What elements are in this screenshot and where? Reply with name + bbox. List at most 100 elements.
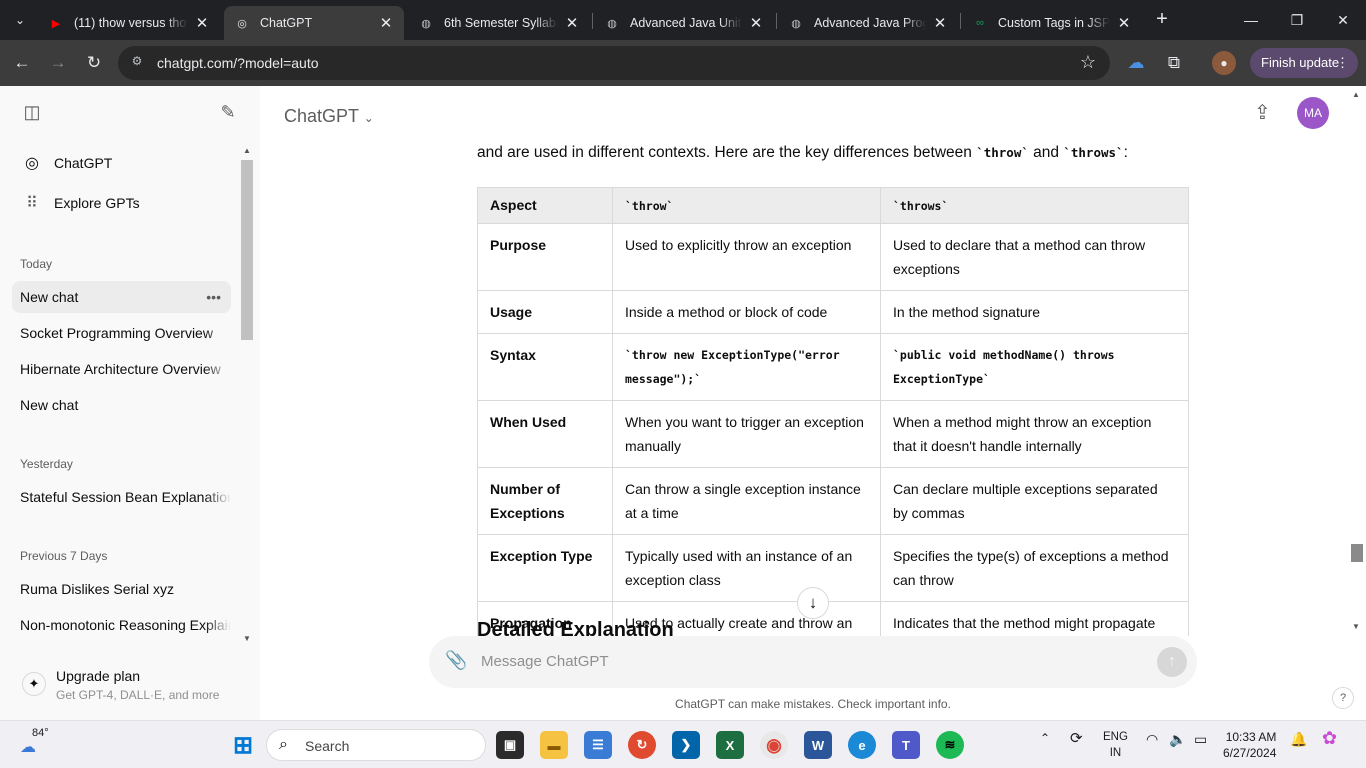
tab-title: 6th Semester Syllabus [444, 16, 558, 30]
column-header-code: `throws` [893, 199, 949, 213]
task-view-icon[interactable]: ▣ [496, 731, 524, 759]
browser-tab-java-programming[interactable]: ◍ Advanced Java Programming ✕ [778, 6, 958, 40]
response-intro-text: and are used in different contexts. Here… [477, 144, 1128, 162]
notification-bell-icon[interactable]: 🔔 [1290, 731, 1307, 748]
spotify-icon[interactable]: ≋ [936, 731, 964, 759]
word-icon[interactable]: W [804, 731, 832, 759]
close-tab-icon[interactable]: ✕ [1116, 14, 1132, 32]
taskbar-search[interactable]: ⌕ Search [266, 729, 486, 761]
disclaimer-text: ChatGPT can make mistakes. Check importa… [675, 697, 951, 711]
page-scroll-down-icon[interactable]: ▼ [1352, 622, 1360, 631]
more-options-icon[interactable]: ••• [206, 281, 221, 313]
chat-item[interactable]: New chat ••• [12, 281, 231, 313]
close-window-icon[interactable]: ✕ [1320, 0, 1366, 40]
sidebar-item-explore-gpts[interactable]: Explore GPTs [46, 187, 226, 219]
column-header-code: `throw` [625, 199, 674, 213]
forward-icon[interactable]: → [44, 49, 72, 77]
copilot-taskbar-icon[interactable]: ✿ [1322, 728, 1337, 749]
chrome-icon[interactable]: ◉ [760, 731, 788, 759]
close-tab-icon[interactable]: ✕ [378, 14, 394, 32]
copilot-icon[interactable]: ☁ [1122, 49, 1150, 77]
share-icon[interactable]: ⇪ [1254, 100, 1271, 125]
upgrade-plan-button[interactable]: ✦ Upgrade plan Get GPT-4, DALL·E, and mo… [12, 662, 242, 708]
tab-title: Advanced Java Programming [814, 16, 926, 30]
edge-icon[interactable]: e [848, 731, 876, 759]
more-vert-icon[interactable]: ⋮ [1336, 48, 1349, 78]
scroll-down-icon[interactable]: ▼ [243, 634, 251, 643]
table-header-row: Aspect `throw` `throws` [477, 187, 1189, 224]
site-info-icon[interactable]: ⚙ [128, 54, 146, 72]
chevron-down-icon: ⌄ [363, 111, 374, 125]
model-name: ChatGPT [284, 106, 359, 126]
browser-tab-youtube[interactable]: ▶ (11) thow versus thows in java ✕ [38, 6, 220, 40]
volume-icon[interactable]: 🔈 [1169, 731, 1186, 748]
table-cell: Used to explicitly throw an exception [612, 223, 881, 291]
table-cell: In the method signature [880, 290, 1189, 334]
sparkle-icon: ✦ [22, 672, 46, 696]
browser-tab-syllabus[interactable]: ◍ 6th Semester Syllabus ✕ [408, 6, 590, 40]
wifi-icon[interactable]: ◠ [1146, 731, 1158, 748]
toggle-sidebar-icon[interactable]: ◫ [20, 100, 44, 124]
table-cell: `public void methodName() throws Excepti… [880, 333, 1189, 401]
weather-temperature[interactable]: 84° [32, 727, 49, 739]
table-cell: Purpose [477, 223, 613, 291]
avatar[interactable]: MA [1297, 97, 1329, 129]
close-tab-icon[interactable]: ✕ [564, 14, 580, 32]
battery-icon[interactable]: ▭ [1194, 731, 1207, 748]
chat-item[interactable]: Hibernate Architecture Overview [12, 353, 231, 385]
restore-icon[interactable]: ❐ [1274, 0, 1320, 40]
chat-item[interactable]: New chat [12, 389, 231, 421]
message-input[interactable]: Message ChatGPT [481, 653, 609, 670]
globe-icon: ◍ [607, 17, 617, 30]
notepad-icon[interactable]: ☰ [584, 731, 612, 759]
browser-tab-jsp[interactable]: ∞ Custom Tags in JSP ✕ [962, 6, 1142, 40]
sync-icon[interactable]: ⟳ [1070, 729, 1083, 747]
language-indicator[interactable]: ENG IN [1103, 729, 1128, 761]
attach-icon[interactable]: 📎 [445, 650, 467, 671]
chat-item[interactable]: Socket Programming Overview [12, 317, 231, 349]
windows-start-icon[interactable]: ⊞ [229, 731, 257, 759]
sidebar-scrollbar-thumb[interactable] [241, 160, 253, 340]
close-tab-icon[interactable]: ✕ [932, 14, 948, 32]
chat-item[interactable]: Stateful Session Bean Explanation [12, 481, 231, 513]
app-icon[interactable]: ↻ [628, 731, 656, 759]
teams-icon[interactable]: T [892, 731, 920, 759]
new-tab-icon[interactable]: + [1150, 8, 1174, 32]
url-text[interactable]: chatgpt.com/?model=auto [157, 55, 319, 71]
weather-icon[interactable]: ☁ [20, 737, 36, 757]
scroll-to-bottom-icon[interactable]: ↓ [797, 587, 829, 619]
windows-taskbar: ☁ 84° ⊞ ⌕ Search ▣ ▬ ☰ ↻ ❯ X ◉ W e T ≋ ⌃… [0, 720, 1366, 768]
vscode-icon[interactable]: ❯ [672, 731, 700, 759]
reload-icon[interactable]: ↻ [80, 49, 108, 77]
browser-tab-chatgpt[interactable]: ◎ ChatGPT ✕ [224, 6, 404, 40]
browser-tab-java-unit2[interactable]: ◍ Advanced Java Unit 2 ✕ [594, 6, 774, 40]
close-tab-icon[interactable]: ✕ [194, 14, 210, 32]
chat-item[interactable]: Non-monotonic Reasoning Explained [12, 609, 231, 641]
file-explorer-icon[interactable]: ▬ [540, 731, 568, 759]
minimize-icon[interactable]: — [1228, 0, 1274, 40]
column-header: Aspect [477, 187, 613, 224]
address-bar[interactable]: ⚙ chatgpt.com/?model=auto ☆ [118, 46, 1110, 80]
finish-update-button[interactable]: Finish update ⋮ [1250, 48, 1358, 78]
back-icon[interactable]: ← [8, 49, 36, 77]
scroll-up-icon[interactable]: ▲ [243, 146, 251, 155]
intro-text: and are used in different contexts. Here… [477, 144, 977, 161]
chatgpt-logo-icon: ◎ [25, 155, 39, 172]
page-scroll-up-icon[interactable]: ▲ [1352, 90, 1360, 99]
system-clock[interactable]: 10:33 AM 6/27/2024 [1223, 729, 1276, 761]
send-icon[interactable]: ↑ [1157, 647, 1187, 677]
model-selector[interactable]: ChatGPT ⌄ [284, 106, 374, 127]
comparison-table: Aspect `throw` `throws` Purpose Used to … [477, 187, 1189, 669]
show-hidden-icons-icon[interactable]: ⌃ [1040, 731, 1050, 745]
new-chat-icon[interactable]: ✎ [216, 100, 240, 124]
tab-search-dropdown-icon[interactable]: ⌄ [6, 6, 34, 34]
excel-icon[interactable]: X [716, 731, 744, 759]
chat-item[interactable]: Ruma Dislikes Serial xyz [12, 573, 231, 605]
profile-avatar-icon[interactable]: ● [1212, 51, 1236, 75]
close-tab-icon[interactable]: ✕ [748, 14, 764, 32]
help-icon[interactable]: ? [1332, 687, 1354, 709]
extensions-icon[interactable]: ⧉ [1160, 49, 1188, 77]
page-scrollbar-thumb[interactable] [1351, 544, 1363, 562]
bookmark-star-icon[interactable]: ☆ [1080, 52, 1096, 73]
sidebar-item-chatgpt[interactable]: ChatGPT [46, 147, 226, 179]
